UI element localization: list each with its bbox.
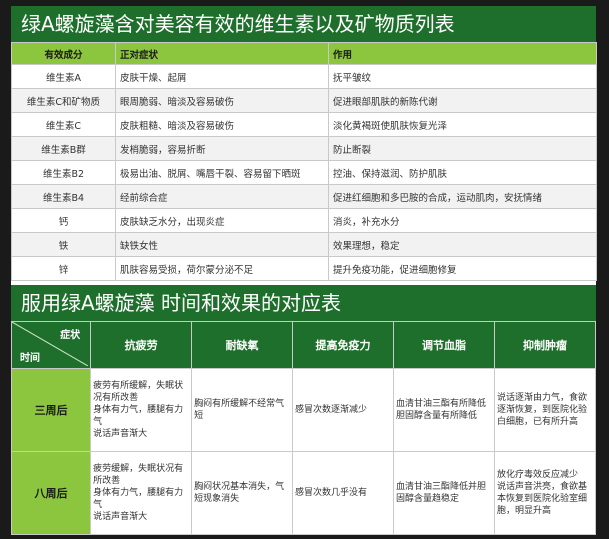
table-cell: 胸闷状况基本消失，气短现象消失 [191, 451, 294, 535]
effect-header-row: 症状 时间 抗疲劳 耐缺氧 提高免疫力 调节血脂 抑制肿瘤 [10, 321, 597, 369]
table-cell: 疲劳缓解，失眠状况有所改善 身体有力气，腰腿有力气 说话声音渐大 [90, 451, 193, 535]
table-cell: 维生素B4 [11, 184, 116, 209]
table-header-row: 有效成分 正对症状 作用 [11, 42, 597, 65]
table-cell: 防止断裂 [328, 136, 597, 161]
table-cell: 血清甘油三酯降低并胆固醇含量趋稳定 [393, 451, 495, 535]
corner-header: 症状 时间 [10, 321, 92, 369]
table-row: 维生素B2 极易出油、脱屑、嘴唇干裂、容易留下晒斑 控油、保持滋润、防护肌肤 [11, 160, 597, 185]
table-cell: 钙 [11, 208, 116, 233]
table-row: 维生素C 皮肤粗糙、暗淡及容易破伤 淡化黄褐斑使肌肤恢复光泽 [11, 112, 597, 137]
table-cell: 皮肤粗糙、暗淡及容易破伤 [115, 112, 329, 137]
corner-bottom-label: 时间 [20, 353, 40, 364]
table-row: 锌 肌肤容易受损，荷尔蒙分泌不足 提升免疫功能，促进细胞修复 [11, 256, 597, 281]
table-cell: 肌肤容易受损，荷尔蒙分泌不足 [115, 256, 329, 281]
row-label: 三周后 [10, 368, 92, 452]
column-header: 提高免疫力 [292, 321, 395, 369]
table-row: 三周后 疲劳有所缓解，失眠状况有所改善 身体有力气，腰腿有力气 说话声音渐大 胸… [10, 368, 597, 452]
table-cell: 疲劳有所缓解，失眠状况有所改善 身体有力气，腰腿有力气 说话声音渐大 [90, 368, 193, 452]
table-cell: 锌 [11, 256, 116, 281]
table-cell: 促进红细胞和多巴胺的合成，运动肌肉，安抚情绪 [328, 184, 597, 209]
table-row: 维生素C和矿物质 眼周脆弱、暗淡及容易破伤 促进眼部肌肤的新陈代谢 [11, 88, 597, 113]
column-header: 有效成分 [11, 42, 116, 65]
table-cell: 提升免疫功能，促进细胞修复 [328, 256, 597, 281]
table-cell: 放化疗毒效反应减少 说话声音洪亮，食欲基本恢复到医院化验室细胞，明显升高 [493, 451, 597, 535]
table-cell: 维生素C和矿物质 [11, 88, 116, 113]
table-cell: 控油、保持滋润、防护肌肤 [328, 160, 597, 185]
vitamin-table: 有效成分 正对症状 作用 维生素A 皮肤干燥、起屑 抚平皱纹 维生素C和矿物质 … [11, 42, 597, 281]
table-cell: 维生素A [11, 64, 116, 89]
table-cell: 维生素C [11, 112, 116, 137]
table-cell: 感冒次数逐渐减少 [292, 368, 395, 452]
table-cell: 抚平皱纹 [328, 64, 597, 89]
document-frame: 绿A螺旋藻含对美容有效的维生素以及矿物质列表 有效成分 正对症状 作用 维生素A… [10, 6, 597, 535]
table-row: 铁 缺铁女性 效果理想，稳定 [11, 232, 597, 257]
table-cell: 淡化黄褐斑使肌肤恢复光泽 [328, 112, 597, 137]
table-row: 维生素B群 发梢脆弱，容易折断 防止断裂 [11, 136, 597, 161]
column-header: 耐缺氧 [191, 321, 294, 369]
table-row: 八周后 疲劳缓解，失眠状况有所改善 身体有力气，腰腿有力气 说话声音渐大 胸闷状… [10, 451, 597, 535]
table-cell: 维生素B群 [11, 136, 116, 161]
table-cell: 说话逐渐由力气，食欲逐渐恢复，到医院化验白细胞，已有所升高 [493, 368, 597, 452]
table-cell: 极易出油、脱屑、嘴唇干裂、容易留下晒斑 [115, 160, 329, 185]
table-cell: 经前综合症 [115, 184, 329, 209]
row-label: 八周后 [10, 451, 92, 535]
table-cell: 维生素B2 [11, 160, 116, 185]
column-header: 抑制肿瘤 [493, 321, 597, 369]
table-cell: 铁 [11, 232, 116, 257]
table-cell: 感冒次数几乎没有 [292, 451, 395, 535]
table-cell: 缺铁女性 [115, 232, 329, 257]
table-cell: 促进眼部肌肤的新陈代谢 [328, 88, 597, 113]
column-header: 调节血脂 [393, 321, 495, 369]
column-header: 作用 [328, 42, 597, 65]
table-cell: 血清甘油三酯有所降低胆固醇含量有所降低 [393, 368, 495, 452]
table-cell: 皮肤干燥、起屑 [115, 64, 329, 89]
corner-top-label: 症状 [60, 330, 81, 341]
table-row: 维生素B4 经前综合症 促进红细胞和多巴胺的合成，运动肌肉，安抚情绪 [11, 184, 597, 209]
column-header: 抗疲劳 [90, 321, 193, 369]
table-cell: 发梢脆弱，容易折断 [115, 136, 329, 161]
table-cell: 胸闷有所缓解不经常气短 [191, 368, 294, 452]
section2-title: 服用绿A螺旋藻 时间和效果的对应表 [11, 285, 596, 321]
table-cell: 效果理想，稳定 [328, 232, 597, 257]
table-row: 钙 皮肤缺乏水分，出现炎症 消炎，补充水分 [11, 208, 597, 233]
table-cell: 消炎，补充水分 [328, 208, 597, 233]
table-cell: 皮肤缺乏水分，出现炎症 [115, 208, 329, 233]
table-cell: 眼周脆弱、暗淡及容易破伤 [115, 88, 329, 113]
section1-title: 绿A螺旋藻含对美容有效的维生素以及矿物质列表 [11, 6, 596, 42]
column-header: 正对症状 [115, 42, 329, 65]
effect-table: 症状 时间 抗疲劳 耐缺氧 提高免疫力 调节血脂 抑制肿瘤 三周后 疲劳有所缓解… [10, 321, 597, 535]
table-row: 维生素A 皮肤干燥、起屑 抚平皱纹 [11, 64, 597, 89]
